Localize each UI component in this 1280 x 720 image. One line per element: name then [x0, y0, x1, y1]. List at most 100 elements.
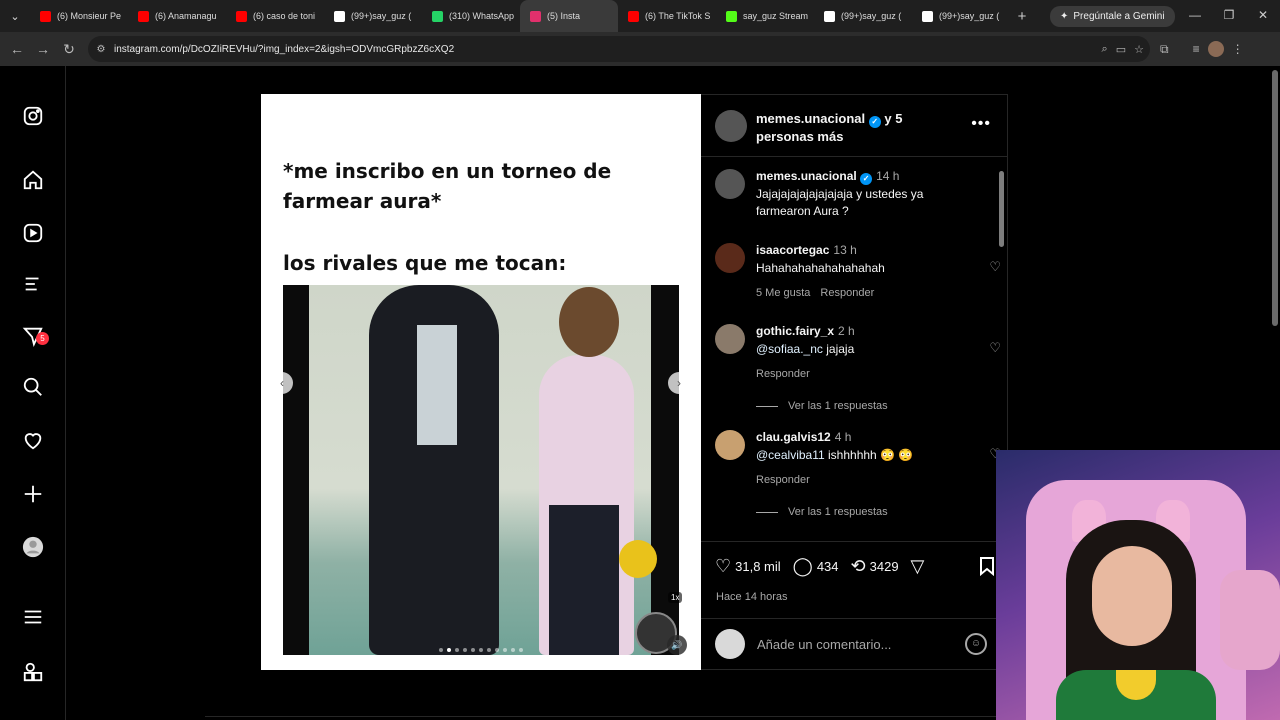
browser-menu-icon[interactable]: ⋮ [1232, 42, 1244, 56]
meme-caption-line2: farmear aura* [283, 189, 442, 213]
comment-username[interactable]: clau.galvis12 4 h [756, 430, 851, 444]
comment-mention[interactable]: @cealviba11 [756, 448, 825, 462]
browser-tab[interactable]: (6) Monsieur Pe [30, 0, 128, 32]
caption-user[interactable]: memes.unacional [756, 169, 857, 183]
direct-messages-icon[interactable]: 5 [21, 324, 49, 348]
browser-tab[interactable]: (5) Insta [520, 0, 618, 32]
video-person-left [369, 285, 499, 655]
url-text: instagram.com/p/DcOZIiREVHu/?img_index=2… [114, 43, 455, 55]
notifications-badge: 5 [36, 332, 49, 345]
more-options-icon[interactable]: ••• [971, 115, 991, 133]
zoom-icon[interactable]: ⌕ [1102, 43, 1108, 56]
mute-button[interactable]: 🔊 [667, 635, 687, 655]
comment-username[interactable]: isaacortegac 13 h [756, 243, 857, 257]
gemini-button[interactable]: ✦ Pregúntale a Gemini [1050, 6, 1175, 27]
comment-mention[interactable]: @sofiaa._nc [756, 342, 823, 356]
address-bar[interactable]: ⚙ instagram.com/p/DcOZIiREVHu/?img_index… [88, 36, 1150, 62]
carousel-dot [471, 648, 475, 652]
more-apps-icon[interactable] [21, 660, 45, 684]
save-icon[interactable] [979, 556, 995, 581]
site-info-icon[interactable]: ⚙ [88, 44, 114, 55]
video-person-right-legs [549, 505, 619, 655]
playback-speed-badge[interactable]: 1x [668, 592, 683, 603]
video-person-right [539, 287, 634, 655]
browser-tab[interactable]: (99+)say_guz ( [324, 0, 422, 32]
comment-avatar[interactable] [715, 430, 745, 460]
profile-icon[interactable] [21, 535, 45, 559]
reply-button[interactable]: Responder [820, 287, 874, 299]
post-author[interactable]: memes.unacional ✓ y 5 personas más [756, 110, 956, 145]
new-tab-button[interactable]: + [1010, 8, 1034, 25]
messages-feed-icon[interactable] [21, 272, 45, 296]
likes-count[interactable]: 31,8 mil [735, 559, 781, 574]
tab-favicon-icon [236, 10, 247, 22]
comment-username[interactable]: gothic.fairy_x 2 h [756, 324, 855, 338]
carousel-prev-button[interactable]: ‹ [271, 372, 293, 394]
comment-avatar[interactable] [715, 324, 745, 354]
browser-tab[interactable]: (99+)say_guz ( [814, 0, 912, 32]
instagram-logo-icon[interactable] [21, 104, 45, 128]
comment-avatar[interactable] [715, 243, 745, 273]
browser-tab[interactable]: say_guz Stream [716, 0, 814, 32]
carousel-next-button[interactable]: › [668, 372, 690, 394]
comment-time: 13 h [833, 243, 857, 257]
profile-avatar[interactable] [1207, 41, 1224, 57]
add-comment-input[interactable]: Añade un comentario... [757, 637, 891, 652]
browser-tab[interactable]: (6) Anamanagu [128, 0, 226, 32]
comment-user[interactable]: clau.galvis12 [756, 430, 831, 444]
restore-button[interactable]: ❐ [1212, 0, 1246, 32]
author-avatar[interactable] [715, 110, 747, 142]
emoji-icon[interactable]: ☺ [965, 633, 987, 655]
heart-icon[interactable] [21, 428, 45, 452]
tab-search-menu[interactable]: ⌄ [0, 10, 30, 23]
browser-tab[interactable]: (310) WhatsApp [422, 0, 520, 32]
close-window-button[interactable]: ✕ [1246, 0, 1280, 32]
minimize-button[interactable]: — [1178, 0, 1212, 32]
browser-tab[interactable]: (6) The TikTok S [618, 0, 716, 32]
scrollbar-thumb[interactable] [999, 171, 1004, 247]
media-icon[interactable]: ≡ [1193, 42, 1200, 56]
post-video[interactable] [283, 285, 679, 655]
browser-tab[interactable]: (6) caso de toni [226, 0, 324, 32]
video-person-left-shirt [417, 325, 457, 445]
extensions-icon[interactable]: ⧉ [1160, 42, 1169, 57]
home-icon[interactable] [21, 168, 45, 192]
reload-button[interactable]: ↻ [56, 41, 82, 58]
like-icon[interactable]: ♡ [715, 556, 731, 577]
carousel-dot [439, 648, 443, 652]
author-username[interactable]: memes.unacional [756, 111, 865, 126]
view-replies-button[interactable]: Ver las 1 respuestas [756, 400, 888, 412]
repost-icon[interactable]: ⟲ [851, 556, 866, 577]
menu-icon[interactable] [21, 605, 45, 629]
comment-likes[interactable]: 5 Me gusta [756, 287, 810, 299]
reels-icon[interactable] [21, 221, 45, 245]
view-replies-label[interactable]: Ver las 1 respuestas [788, 506, 888, 518]
share-icon[interactable]: ▽ [911, 556, 925, 577]
page-divider [205, 716, 1005, 717]
caption-username[interactable]: memes.unacional ✓ 14 h [756, 169, 899, 185]
reply-button[interactable]: Responder [756, 474, 810, 486]
toolbar-right: ⧉ ≡ ⋮ [1160, 32, 1244, 66]
reply-button[interactable]: Responder [756, 368, 810, 380]
comment-user[interactable]: gothic.fairy_x [756, 324, 834, 338]
post-time-ago[interactable]: Hace 14 horas [716, 591, 788, 603]
browser-tab[interactable]: (99+)say_guz ( [912, 0, 1010, 32]
bookmark-star-icon[interactable]: ☆ [1134, 43, 1144, 56]
video-person-right-hair [559, 287, 619, 357]
search-icon[interactable] [21, 375, 45, 399]
create-icon[interactable] [21, 482, 45, 506]
tab-favicon-icon [432, 10, 443, 22]
forward-button[interactable]: → [30, 41, 56, 57]
post-header: memes.unacional ✓ y 5 personas más ••• [701, 95, 1007, 157]
reposts-count: 3429 [869, 559, 899, 574]
back-button[interactable]: ← [4, 41, 30, 57]
cast-icon[interactable]: ▭ [1116, 43, 1126, 56]
verified-badge-icon: ✓ [860, 173, 873, 185]
comment-icon[interactable]: ◯ [793, 556, 813, 577]
view-replies-label[interactable]: Ver las 1 respuestas [788, 400, 888, 412]
page-scrollbar[interactable] [1272, 70, 1278, 326]
view-replies-button[interactable]: Ver las 1 respuestas [756, 506, 888, 518]
carousel-dot [479, 648, 483, 652]
comment-user[interactable]: isaacortegac [756, 243, 829, 257]
caption-avatar[interactable] [715, 169, 745, 199]
